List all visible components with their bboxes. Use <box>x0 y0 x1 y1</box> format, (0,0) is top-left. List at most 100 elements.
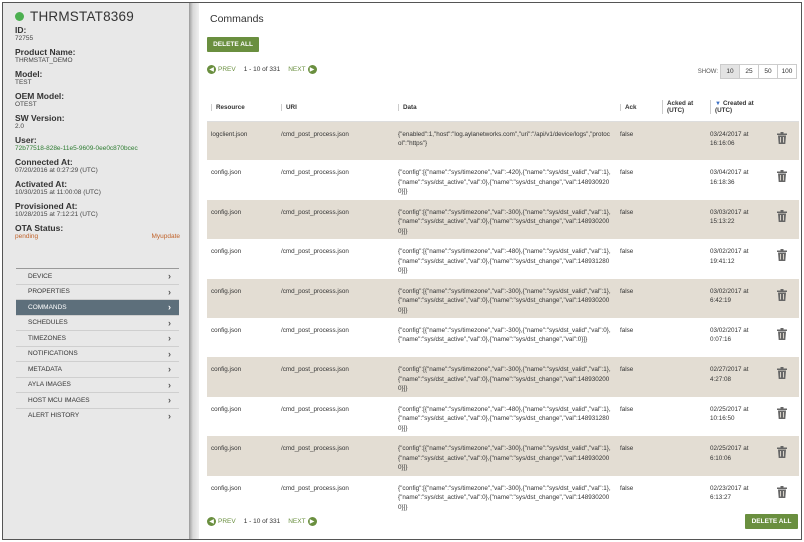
nav-item-label: NOTIFICATIONS <box>28 350 78 358</box>
cell-data: {"config":[{"name":"sys/timezone","val":… <box>394 396 616 437</box>
show-option-25[interactable]: 25 <box>739 64 759 79</box>
cell-actions <box>764 278 799 318</box>
next-link[interactable]: NEXT <box>288 66 305 73</box>
field-value: 2.0 <box>15 123 25 130</box>
show-option-100[interactable]: 100 <box>777 64 797 79</box>
next-link[interactable]: NEXT <box>288 518 305 525</box>
next-arrow-icon[interactable]: ▶ <box>307 65 317 74</box>
nav-item-metadata[interactable]: METADATA › <box>16 361 179 377</box>
nav-item-notifications[interactable]: NOTIFICATIONS › <box>16 345 179 362</box>
cell-created-at: 03/24/2017 at 16:16:06 <box>706 121 764 161</box>
table-row[interactable]: logclient.json/cmd_post_process.json {"en… <box>207 121 799 161</box>
field-value[interactable]: 72b77518-828e-11e5-9609-0ee0c870bcec <box>15 145 180 153</box>
device-field: OEM Model: OTEST <box>15 91 180 109</box>
col-created-at[interactable]: ▼ Created at (UTC) <box>706 94 764 122</box>
prev-link[interactable]: PREV <box>218 518 236 525</box>
field-label: OTA Status: <box>15 223 64 233</box>
table-row[interactable]: config.json/cmd_post_process.json {"confi… <box>207 317 799 358</box>
show-option-10[interactable]: 10 <box>720 64 740 79</box>
chevron-right-icon: › <box>168 317 171 328</box>
cell-acked-at <box>658 199 706 240</box>
nav-item-timezones[interactable]: TIMEZONES › <box>16 330 179 346</box>
cell-acked-at <box>658 475 706 515</box>
cell-created-at: 02/25/2017 at 6:10:06 <box>706 436 764 476</box>
col-ack[interactable]: Ack <box>616 94 658 122</box>
nav-item-ayla-images[interactable]: AYLA IMAGES › <box>16 376 179 393</box>
nav-item-commands[interactable]: COMMANDS › <box>16 299 179 315</box>
show-option-50[interactable]: 50 <box>758 64 778 79</box>
nav-item-device[interactable]: DEVICE › <box>16 268 179 284</box>
delete-all-button-bottom[interactable]: DELETE ALL <box>745 514 798 529</box>
cell-resource: logclient.json <box>207 121 277 161</box>
nav-item-properties[interactable]: PROPERTIES › <box>16 283 179 300</box>
cell-resource: config.json <box>207 278 277 318</box>
chevron-right-icon: › <box>168 271 171 282</box>
field-value: OTEST <box>15 101 37 108</box>
cell-acked-at <box>658 160 706 200</box>
nav-item-host-mcu-images[interactable]: HOST MCU IMAGES › <box>16 392 179 408</box>
chevron-right-icon: › <box>168 302 171 313</box>
cell-resource: config.json <box>207 317 277 358</box>
nav-item-schedules[interactable]: SCHEDULES › <box>16 314 179 331</box>
trash-icon[interactable] <box>776 170 787 183</box>
table-row[interactable]: config.json/cmd_post_process.json {"confi… <box>207 239 799 279</box>
table-row[interactable]: config.json/cmd_post_process.json {"confi… <box>207 278 799 318</box>
col-data[interactable]: Data <box>394 94 616 122</box>
cell-resource: config.json <box>207 357 277 397</box>
table-row[interactable]: config.json/cmd_post_process.json {"confi… <box>207 475 799 515</box>
prev-arrow-icon[interactable]: ◀ <box>207 517 216 526</box>
cell-ack: false <box>616 396 658 437</box>
pager-bottom: ◀ PREV 1 - 10 of 331 NEXT ▶ <box>207 517 317 526</box>
field-label: OEM Model: <box>15 91 65 101</box>
field-value: THRMSTAT_DEMO <box>15 57 73 64</box>
col-acked-at[interactable]: Acked at (UTC) <box>658 94 706 122</box>
nav-item-alert-history[interactable]: ALERT HISTORY › <box>16 407 179 424</box>
next-arrow-icon[interactable]: ▶ <box>307 517 317 526</box>
trash-icon[interactable] <box>776 446 787 459</box>
cell-uri: /cmd_post_process.json <box>277 396 394 437</box>
table-row[interactable]: config.json/cmd_post_process.json {"confi… <box>207 357 799 397</box>
device-fields: ID: 72755 Product Name: THRMSTAT_DEMO Model:… <box>15 25 180 245</box>
trash-icon[interactable] <box>776 249 787 262</box>
cell-created-at: 02/23/2017 at 6:13:27 <box>706 475 764 515</box>
prev-link[interactable]: PREV <box>218 66 236 73</box>
cell-acked-at <box>658 121 706 161</box>
field-value: TEST <box>15 79 32 86</box>
cell-acked-at <box>658 278 706 318</box>
cell-ack: false <box>616 199 658 240</box>
delete-all-button-top[interactable]: DELETE ALL <box>207 37 259 52</box>
table-row[interactable]: config.json/cmd_post_process.json {"confi… <box>207 199 799 240</box>
chevron-right-icon: › <box>168 333 171 344</box>
page-count: 1 - 10 of 331 <box>243 66 281 73</box>
cell-created-at: 02/25/2017 at 10:16:50 <box>706 396 764 437</box>
col-uri[interactable]: URI <box>277 94 394 122</box>
ota-update-link[interactable]: Myupdate <box>151 233 180 241</box>
cell-ack: false <box>616 475 658 515</box>
table-row[interactable]: config.json/cmd_post_process.json {"confi… <box>207 396 799 437</box>
trash-icon[interactable] <box>776 485 787 498</box>
table-row[interactable]: config.json/cmd_post_process.json {"confi… <box>207 160 799 200</box>
prev-arrow-icon[interactable]: ◀ <box>207 65 216 74</box>
page-count: 1 - 10 of 331 <box>243 518 281 525</box>
nav-item-label: TIMEZONES <box>28 334 66 342</box>
col-resource[interactable]: Resource <box>207 94 277 122</box>
trash-icon[interactable] <box>776 367 787 380</box>
cell-uri: /cmd_post_process.json <box>277 475 394 515</box>
trash-icon[interactable] <box>776 327 787 340</box>
cell-ack: false <box>616 317 658 358</box>
trash-icon[interactable] <box>776 406 787 419</box>
online-status-icon <box>15 12 24 21</box>
field-label: Model: <box>15 69 43 79</box>
cell-data: {"config":[{"name":"sys/timezone","val":… <box>394 436 616 476</box>
cell-created-at: 03/02/2017 at 0:07:16 <box>706 317 764 358</box>
chevron-right-icon: › <box>168 395 171 406</box>
commands-panel: Commands DELETE ALL ◀ PREV 1 - 10 of 331… <box>199 3 801 539</box>
trash-icon[interactable] <box>776 131 787 144</box>
trash-icon[interactable] <box>776 209 787 222</box>
table-row[interactable]: config.json/cmd_post_process.json {"confi… <box>207 436 799 476</box>
cell-data: {"config":[{"name":"sys/timezone","val":… <box>394 317 616 358</box>
cell-data: {"enabled":1,"host":"log.aylanetworks.co… <box>394 121 616 161</box>
nav-item-label: ALERT HISTORY <box>28 412 80 420</box>
trash-icon[interactable] <box>776 288 787 301</box>
cell-uri: /cmd_post_process.json <box>277 278 394 318</box>
